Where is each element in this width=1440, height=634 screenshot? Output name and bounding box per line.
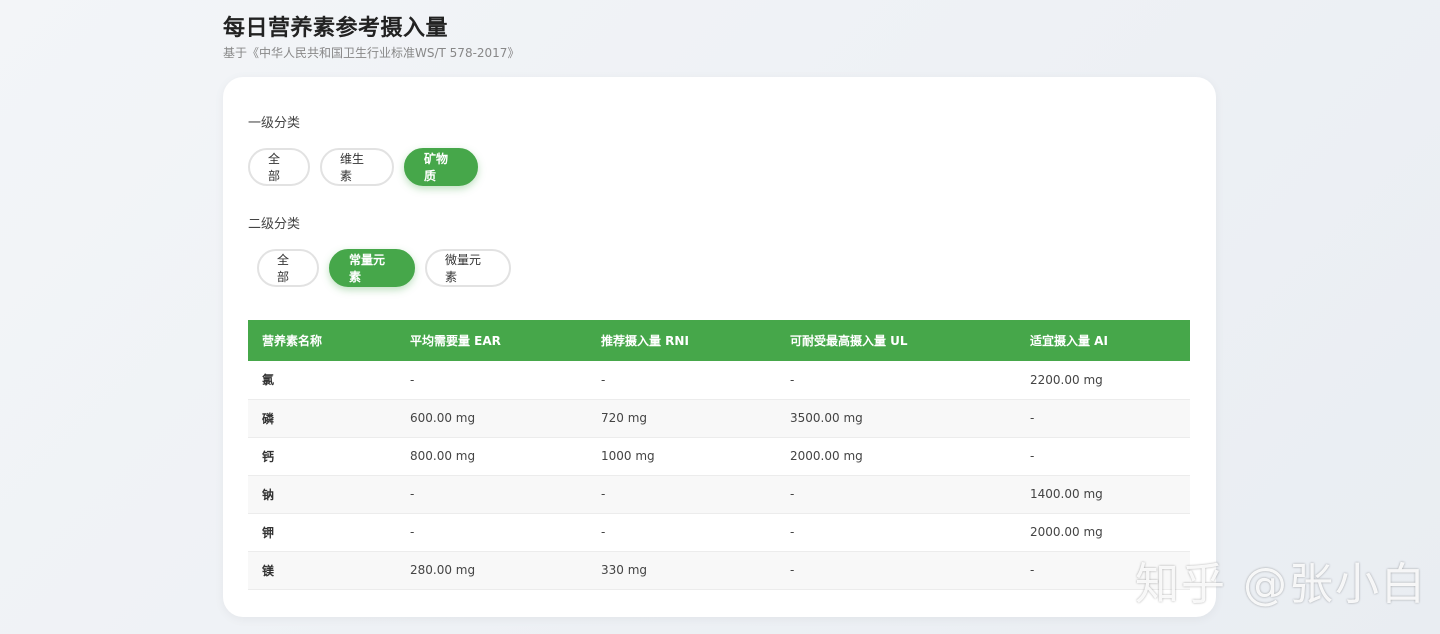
primary-category-label: 一级分类: [248, 116, 301, 131]
header-ul: 可耐受最高摄入量 UL: [790, 334, 908, 348]
cell-ul: -: [776, 551, 1016, 590]
cell-nutrient-name: 氯: [248, 361, 396, 400]
secondary-category-filters: 全部 常量元素 微量元素: [257, 249, 511, 287]
cell-ai: -: [1016, 399, 1190, 438]
cell-nutrient-name: 磷: [248, 399, 396, 438]
primary-category-filters: 全部 维生素 矿物质: [248, 148, 478, 186]
cell-ai: 2200.00 mg: [1016, 361, 1190, 400]
primary-filter-minerals[interactable]: 矿物质: [404, 148, 478, 186]
cell-ul: 2000.00 mg: [776, 437, 1016, 476]
table-row: 钠 - - - 1400.00 mg: [248, 475, 1190, 514]
header-ai: 适宜摄入量 AI: [1030, 334, 1108, 348]
cell-nutrient-name: 钾: [248, 513, 396, 552]
secondary-filter-trace-elements[interactable]: 微量元素: [425, 249, 511, 287]
page-title: 每日营养素参考摄入量: [223, 16, 449, 41]
primary-filter-all[interactable]: 全部: [248, 148, 310, 186]
cell-rni: -: [587, 475, 776, 514]
cell-rni: 720 mg: [587, 399, 776, 438]
cell-ear: 800.00 mg: [396, 437, 587, 476]
cell-ai: 1400.00 mg: [1016, 475, 1190, 514]
nutrient-table: 营养素名称 平均需要量 EAR 推荐摄入量 RNI 可耐受最高摄入量 UL 适宜…: [248, 320, 1190, 590]
cell-ul: 3500.00 mg: [776, 399, 1016, 438]
table-row: 氯 - - - 2200.00 mg: [248, 361, 1190, 400]
cell-ai: 2000.00 mg: [1016, 513, 1190, 552]
page-subtitle: 基于《中华人民共和国卫生行业标准WS/T 578-2017》: [223, 46, 520, 60]
cell-rni: -: [587, 361, 776, 400]
header-nutrient-name: 营养素名称: [262, 334, 323, 348]
watermark: 知乎 @张小白: [1135, 559, 1427, 610]
table-row: 钾 - - - 2000.00 mg: [248, 513, 1190, 552]
table-row: 钙 800.00 mg 1000 mg 2000.00 mg -: [248, 437, 1190, 476]
content-card: 一级分类 全部 维生素 矿物质 二级分类 全部 常量元素 微量元素 营养素名称 …: [223, 77, 1216, 617]
cell-ul: -: [776, 513, 1016, 552]
table-header-row: 营养素名称 平均需要量 EAR 推荐摄入量 RNI 可耐受最高摄入量 UL 适宜…: [248, 320, 1190, 361]
header-ear: 平均需要量 EAR: [410, 334, 501, 348]
secondary-filter-macro-elements[interactable]: 常量元素: [329, 249, 415, 287]
cell-ul: -: [776, 361, 1016, 400]
cell-ear: -: [396, 513, 587, 552]
primary-filter-vitamins[interactable]: 维生素: [320, 148, 394, 186]
cell-rni: 1000 mg: [587, 437, 776, 476]
cell-nutrient-name: 钠: [248, 475, 396, 514]
page: 每日营养素参考摄入量 基于《中华人民共和国卫生行业标准WS/T 578-2017…: [0, 0, 1440, 634]
cell-ul: -: [776, 475, 1016, 514]
cell-ear: -: [396, 361, 587, 400]
cell-nutrient-name: 钙: [248, 437, 396, 476]
cell-ear: 600.00 mg: [396, 399, 587, 438]
secondary-category-label: 二级分类: [248, 217, 301, 232]
cell-ear: -: [396, 475, 587, 514]
table-row: 磷 600.00 mg 720 mg 3500.00 mg -: [248, 399, 1190, 438]
cell-ai: -: [1016, 437, 1190, 476]
cell-ear: 280.00 mg: [396, 551, 587, 590]
cell-rni: 330 mg: [587, 551, 776, 590]
header-rni: 推荐摄入量 RNI: [601, 334, 689, 348]
cell-rni: -: [587, 513, 776, 552]
table-row: 镁 280.00 mg 330 mg - -: [248, 551, 1190, 590]
cell-nutrient-name: 镁: [248, 551, 396, 590]
secondary-filter-all[interactable]: 全部: [257, 249, 319, 287]
